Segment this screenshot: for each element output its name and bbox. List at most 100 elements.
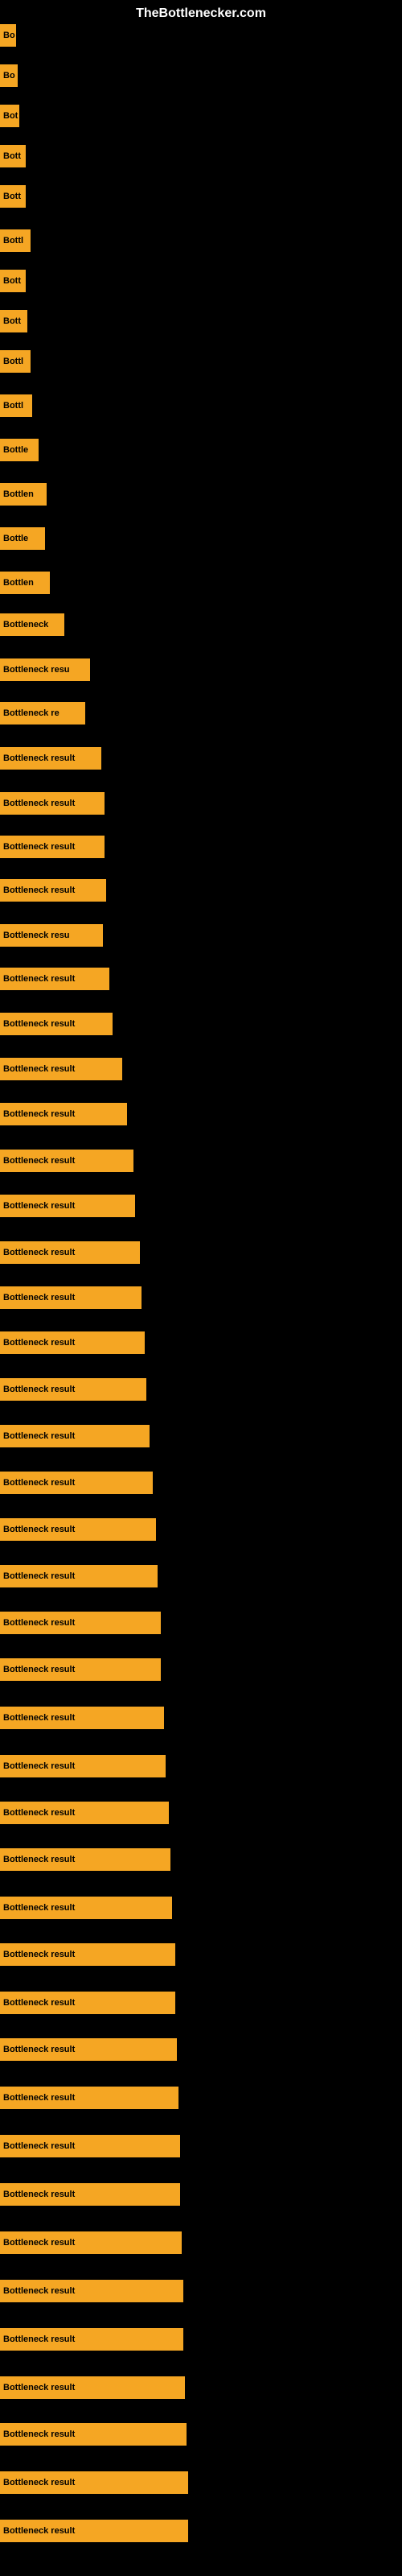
bottleneck-bar: Bottleneck result — [0, 2520, 188, 2542]
bar-item: Bott — [0, 310, 27, 332]
bar-item: Bott — [0, 185, 26, 208]
bar-item: Bottleneck result — [0, 2183, 180, 2206]
bottleneck-bar: Bottleneck result — [0, 1058, 122, 1080]
bar-item: Bottleneck result — [0, 1058, 122, 1080]
bar-item: Bottleneck re — [0, 702, 85, 724]
bottleneck-bar: Bottleneck re — [0, 702, 85, 724]
bar-item: Bottleneck — [0, 613, 64, 636]
bottleneck-bar: Bottleneck result — [0, 1612, 161, 1634]
bottleneck-bar: Bottleneck result — [0, 1150, 133, 1172]
bar-item: Bottleneck result — [0, 1013, 113, 1035]
bottleneck-bar: Bottleneck result — [0, 1848, 170, 1871]
bottleneck-bar: Bo — [0, 24, 16, 47]
bottleneck-bar: Bottleneck result — [0, 1755, 166, 1777]
bar-item: Bottleneck result — [0, 2231, 182, 2254]
bottleneck-bar: Bottleneck — [0, 613, 64, 636]
bottleneck-bar: Bottleneck result — [0, 1241, 140, 1264]
bar-item: Bottleneck result — [0, 1848, 170, 1871]
bar-item: Bottleneck result — [0, 1150, 133, 1172]
bar-item: Bottlen — [0, 483, 47, 506]
bottleneck-bar: Bottleneck result — [0, 2423, 187, 2446]
bottleneck-bar: Bottleneck result — [0, 1658, 161, 1681]
bottleneck-bar: Bott — [0, 310, 27, 332]
bar-item: Bottleneck result — [0, 1195, 135, 1217]
bottleneck-bar: Bottleneck resu — [0, 924, 103, 947]
bottleneck-bar: Bottleneck result — [0, 2038, 177, 2061]
bottleneck-bar: Bottleneck result — [0, 1378, 146, 1401]
bar-item: Bott — [0, 145, 26, 167]
bottleneck-bar: Bottleneck result — [0, 2280, 183, 2302]
bar-item: Bottleneck result — [0, 1755, 166, 1777]
bottleneck-bar: Bottleneck result — [0, 836, 105, 858]
bottleneck-bar: Bottl — [0, 394, 32, 417]
bar-item: Bottleneck result — [0, 2423, 187, 2446]
bar-item: Bottleneck result — [0, 2280, 183, 2302]
bar-item: Bottleneck result — [0, 2038, 177, 2061]
bottleneck-bar: Bottlen — [0, 483, 47, 506]
bottleneck-bar: Bottleneck result — [0, 2328, 183, 2351]
bottleneck-bar: Bottleneck result — [0, 1472, 153, 1494]
bar-item: Bottleneck result — [0, 1943, 175, 1966]
bar-item: Bottleneck result — [0, 1565, 158, 1587]
bottleneck-bar: Bottleneck result — [0, 1802, 169, 1824]
bottleneck-bar: Bottlen — [0, 572, 50, 594]
bar-item: Bottleneck result — [0, 879, 106, 902]
bar-item: Bottleneck result — [0, 1612, 161, 1634]
bottleneck-bar: Bottleneck result — [0, 1286, 142, 1309]
bar-item: Bo — [0, 64, 18, 87]
bar-item: Bottleneck result — [0, 1472, 153, 1494]
bar-item: Bottleneck result — [0, 1897, 172, 1919]
site-title: TheBottlenecker.com — [136, 6, 266, 21]
bottleneck-bar: Bottleneck result — [0, 2471, 188, 2494]
bar-item: Bottleneck result — [0, 2520, 188, 2542]
bottleneck-bar: Bottl — [0, 350, 31, 373]
bottleneck-bar: Bottleneck result — [0, 2087, 178, 2109]
bar-item: Bottleneck result — [0, 1378, 146, 1401]
bottleneck-bar: Bottle — [0, 527, 45, 550]
bottleneck-bar: Bottleneck result — [0, 747, 101, 770]
bar-item: Bottleneck result — [0, 2135, 180, 2157]
bottleneck-bar: Bottleneck result — [0, 1897, 172, 1919]
bottleneck-bar: Bo — [0, 64, 18, 87]
bottleneck-bar: Bottleneck result — [0, 968, 109, 990]
bottleneck-bar: Bottl — [0, 229, 31, 252]
bottleneck-bar: Bottleneck result — [0, 1331, 145, 1354]
bar-item: Bottleneck result — [0, 2471, 188, 2494]
bottleneck-bar: Bottleneck result — [0, 879, 106, 902]
bar-item: Bottleneck result — [0, 2087, 178, 2109]
bar-item: Bottleneck result — [0, 1286, 142, 1309]
bottleneck-bar: Bottleneck result — [0, 1943, 175, 1966]
bar-item: Bottleneck resu — [0, 658, 90, 681]
bottleneck-bar: Bottleneck result — [0, 2376, 185, 2399]
bottleneck-bar: Bottle — [0, 439, 39, 461]
bottleneck-bar: Bottleneck result — [0, 2183, 180, 2206]
bar-item: Bottleneck result — [0, 2328, 183, 2351]
bottleneck-bar: Bottleneck result — [0, 1013, 113, 1035]
bottleneck-bar: Bot — [0, 105, 19, 127]
bottleneck-bar: Bottleneck result — [0, 1195, 135, 1217]
bar-item: Bottleneck result — [0, 1707, 164, 1729]
bar-item: Bo — [0, 24, 16, 47]
bar-item: Bottleneck result — [0, 792, 105, 815]
bar-item: Bottleneck result — [0, 1992, 175, 2014]
bar-item: Bottleneck result — [0, 1518, 156, 1541]
bottleneck-bar: Bottleneck result — [0, 2135, 180, 2157]
bar-item: Bot — [0, 105, 19, 127]
bottleneck-bar: Bottleneck resu — [0, 658, 90, 681]
bottleneck-bar: Bott — [0, 145, 26, 167]
bar-item: Bottleneck result — [0, 968, 109, 990]
bottleneck-bar: Bottleneck result — [0, 1103, 127, 1125]
bar-item: Bottleneck result — [0, 1241, 140, 1264]
bottleneck-bar: Bott — [0, 270, 26, 292]
bottleneck-bar: Bottleneck result — [0, 2231, 182, 2254]
bar-item: Bott — [0, 270, 26, 292]
bottleneck-bar: Bottleneck result — [0, 1425, 150, 1447]
bottleneck-bar: Bottleneck result — [0, 1565, 158, 1587]
bar-item: Bottleneck result — [0, 1802, 169, 1824]
bar-item: Bottleneck resu — [0, 924, 103, 947]
bar-item: Bottl — [0, 350, 31, 373]
bar-item: Bottleneck result — [0, 1331, 145, 1354]
bar-item: Bottl — [0, 229, 31, 252]
bottleneck-bar: Bottleneck result — [0, 1518, 156, 1541]
bar-item: Bottleneck result — [0, 1425, 150, 1447]
